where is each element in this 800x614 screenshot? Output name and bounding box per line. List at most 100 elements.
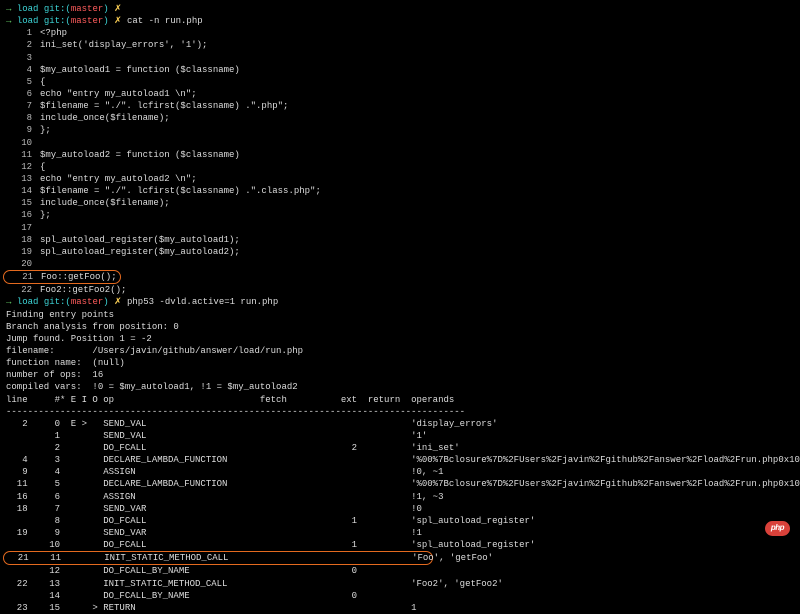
opcode-dashes: ----------------------------------------… (6, 406, 794, 418)
line-number: 13 (6, 173, 40, 185)
vld-header: Finding entry pointsBranch analysis from… (6, 309, 794, 394)
source-code: include_once($filename); (40, 112, 170, 124)
line-number: 20 (6, 258, 40, 270)
source-code: $my_autoload1 = function ($classname) (40, 64, 240, 76)
source-code: include_once($filename); (40, 197, 170, 209)
opcode-row: 12 DO_FCALL_BY_NAME 0 (6, 565, 794, 577)
line-number: 7 (6, 100, 40, 112)
git-open: git:( (44, 4, 71, 14)
vld-info-line: function name: (null) (6, 357, 794, 369)
source-code: $my_autoload2 = function ($classname) (40, 149, 240, 161)
cwd: load (17, 16, 39, 26)
source-code: }; (40, 124, 51, 136)
source-line: 11$my_autoload2 = function ($classname) (6, 149, 794, 161)
line-number: 4 (6, 64, 40, 76)
line-number: 18 (6, 234, 40, 246)
source-line: 14 $filename = "./". lcfirst($classname)… (6, 185, 794, 197)
line-number: 16 (6, 209, 40, 221)
opcode-row: 14 DO_FCALL_BY_NAME 0 (6, 590, 794, 602)
line-number: 5 (6, 76, 40, 88)
source-line: 7 $filename = "./". lcfirst($classname) … (6, 100, 794, 112)
source-line: 1<?php (6, 27, 794, 39)
source-line: 17 (6, 222, 794, 234)
cwd: load (17, 4, 39, 14)
source-line: 19spl_autoload_register($my_autoload2); (6, 246, 794, 258)
arrow-icon: → (6, 4, 11, 14)
source-code: spl_autoload_register($my_autoload1); (40, 234, 240, 246)
source-code: ini_set('display_errors', '1'); (40, 39, 207, 51)
line-number: 6 (6, 88, 40, 100)
source-code: echo "entry my_autoload2 \n"; (40, 173, 197, 185)
source-code: { (40, 161, 45, 173)
opcode-row: 1 SEND_VAL '1' (6, 430, 794, 442)
opcode-row: 18 7 SEND_VAR !0 (6, 503, 794, 515)
opcode-row: 8 DO_FCALL 1 'spl_autoload_register' (6, 515, 794, 527)
source-line: 12{ (6, 161, 794, 173)
opcode-row: 22 13 INIT_STATIC_METHOD_CALL 'Foo2', 'g… (6, 578, 794, 590)
arrow-icon: → (6, 297, 11, 307)
source-line: 16}; (6, 209, 794, 221)
prompt-line-2[interactable]: → load git:(master) ✗ cat -n run.php (6, 15, 794, 27)
source-line: 10 (6, 137, 794, 149)
highlight-box: 21Foo::getFoo(); (3, 270, 121, 284)
line-number: 21 (7, 271, 41, 283)
source-line: 6 echo "entry my_autoload1 \n"; (6, 88, 794, 100)
dirty-icon: ✗ (114, 297, 122, 307)
dirty-icon: ✗ (114, 16, 122, 26)
vld-info-line: Finding entry points (6, 309, 794, 321)
command-text: php53 -dvld.active=1 run.php (122, 297, 279, 307)
vld-info-line: filename: /Users/javin/github/answer/loa… (6, 345, 794, 357)
cat-output: 1<?php2ini_set('display_errors', '1');34… (6, 27, 794, 296)
source-line: 15 include_once($filename); (6, 197, 794, 209)
opcode-row: 11 5 DECLARE_LAMBDA_FUNCTION '%00%7Bclos… (6, 478, 794, 490)
source-line: 22Foo2::getFoo2(); (6, 284, 794, 296)
git-branch: master (71, 4, 103, 14)
source-line: 3 (6, 52, 794, 64)
line-number: 8 (6, 112, 40, 124)
line-number: 9 (6, 124, 40, 136)
source-line: 20 (6, 258, 794, 270)
line-number: 10 (6, 137, 40, 149)
source-code: $filename = "./". lcfirst($classname) ."… (40, 185, 321, 197)
line-number: 14 (6, 185, 40, 197)
git-close: ) (103, 16, 108, 26)
line-number: 11 (6, 149, 40, 161)
source-code: spl_autoload_register($my_autoload2); (40, 246, 240, 258)
source-code: { (40, 76, 45, 88)
source-line: 4$my_autoload1 = function ($classname) (6, 64, 794, 76)
opcode-row: 16 6 ASSIGN !1, ~3 (6, 491, 794, 503)
opcode-row: 10 DO_FCALL 1 'spl_autoload_register' (6, 539, 794, 551)
git-branch: master (71, 16, 103, 26)
opcode-row: 4 3 DECLARE_LAMBDA_FUNCTION '%00%7Bclosu… (6, 454, 794, 466)
vld-info-line: Jump found. Position 1 = -2 (6, 333, 794, 345)
opcode-row: 2 0 E > SEND_VAL 'display_errors' (6, 418, 794, 430)
source-code: $filename = "./". lcfirst($classname) ."… (40, 100, 288, 112)
source-line: 2ini_set('display_errors', '1'); (6, 39, 794, 51)
prompt-line-3[interactable]: → load git:(master) ✗ php53 -dvld.active… (6, 296, 794, 308)
line-number: 22 (6, 284, 40, 296)
source-line: 5{ (6, 76, 794, 88)
source-code: Foo2::getFoo2(); (40, 284, 126, 296)
line-number: 19 (6, 246, 40, 258)
source-line: 9}; (6, 124, 794, 136)
vld-info-line: compiled vars: !0 = $my_autoload1, !1 = … (6, 381, 794, 393)
line-number: 1 (6, 27, 40, 39)
source-line: 8 include_once($filename); (6, 112, 794, 124)
line-number: 3 (6, 52, 40, 64)
source-line: 21Foo::getFoo(); (6, 270, 794, 284)
opcode-row: 19 9 SEND_VAR !1 (6, 527, 794, 539)
php-badge: php (765, 521, 790, 536)
git-close: ) (103, 4, 108, 14)
dirty-icon: ✗ (114, 4, 122, 14)
line-number: 12 (6, 161, 40, 173)
line-number: 15 (6, 197, 40, 209)
source-line: 18spl_autoload_register($my_autoload1); (6, 234, 794, 246)
source-code: echo "entry my_autoload1 \n"; (40, 88, 197, 100)
prompt-line-1: → load git:(master) ✗ (6, 3, 794, 15)
opcode-row: 9 4 ASSIGN !0, ~1 (6, 466, 794, 478)
opcode-table: 2 0 E > SEND_VAL 'display_errors' 1 SEND… (6, 418, 794, 614)
git-open: git:( (44, 297, 71, 307)
command-text: cat -n run.php (122, 16, 203, 26)
git-branch: master (71, 297, 103, 307)
source-code: Foo::getFoo(); (41, 272, 117, 282)
